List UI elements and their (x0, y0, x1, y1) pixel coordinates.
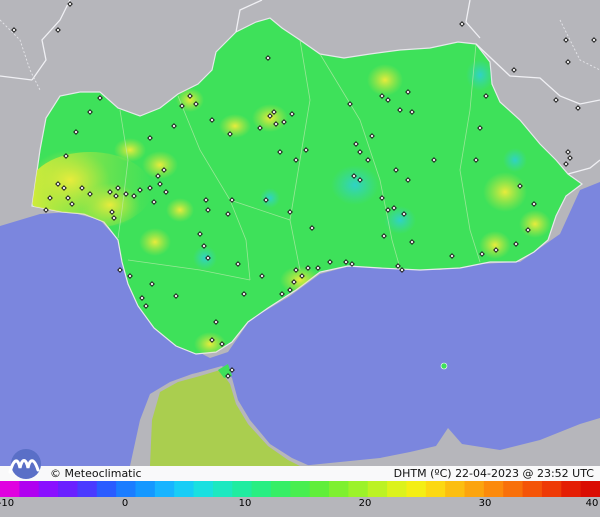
scale-cell (135, 481, 156, 497)
scale-cell (193, 481, 214, 497)
scale-cell (77, 481, 98, 497)
brand-name: Meteoclimatic (64, 467, 142, 480)
scale-tick: 20 (358, 498, 372, 509)
scale-cell (309, 481, 330, 497)
scale-tick: -10 (0, 498, 15, 509)
scale-cell (329, 481, 349, 497)
scale-cell (251, 481, 272, 497)
scale-cell (464, 481, 485, 497)
scale-cell (232, 481, 253, 497)
scale-cell (541, 481, 562, 497)
color-scale (0, 481, 600, 497)
scale-cell (19, 481, 40, 497)
scale-cell (425, 481, 446, 497)
scale-cell (38, 481, 59, 497)
scale-cell (270, 481, 291, 497)
scale-cell (174, 481, 195, 497)
scale-cell (367, 481, 388, 497)
scale-tick: 10 (238, 498, 252, 509)
scale-cell (522, 481, 543, 497)
scale-cell (348, 481, 369, 497)
scale-tick: 40 (585, 498, 599, 509)
scale-cell (580, 481, 600, 497)
scale-cell (406, 481, 427, 497)
scale-cell (58, 481, 78, 497)
map-caption: DHTM (ºC) 22-04-2023 @ 23:52 UTC (393, 467, 594, 480)
scale-cell (503, 481, 524, 497)
scale-tick: 30 (478, 498, 492, 509)
scale-tick: 0 (121, 498, 129, 509)
alboran-island (440, 362, 448, 370)
scale-cell (0, 481, 20, 497)
scale-cell (116, 481, 136, 497)
scale-cell (483, 481, 504, 497)
scale-cell (445, 481, 466, 497)
scale-cell (212, 481, 233, 497)
scale-cell (290, 481, 311, 497)
scale-cell (561, 481, 582, 497)
copyright-icon: © (50, 467, 61, 480)
brand-label: © Meteoclimatic (50, 467, 142, 480)
scale-cell (96, 481, 117, 497)
map-canvas (0, 0, 600, 517)
weather-map: © Meteoclimatic DHTM (ºC) 22-04-2023 @ 2… (0, 0, 600, 517)
meteoclimatic-logo-icon (8, 449, 41, 479)
scale-cell (387, 481, 407, 497)
scale-cell (154, 481, 175, 497)
